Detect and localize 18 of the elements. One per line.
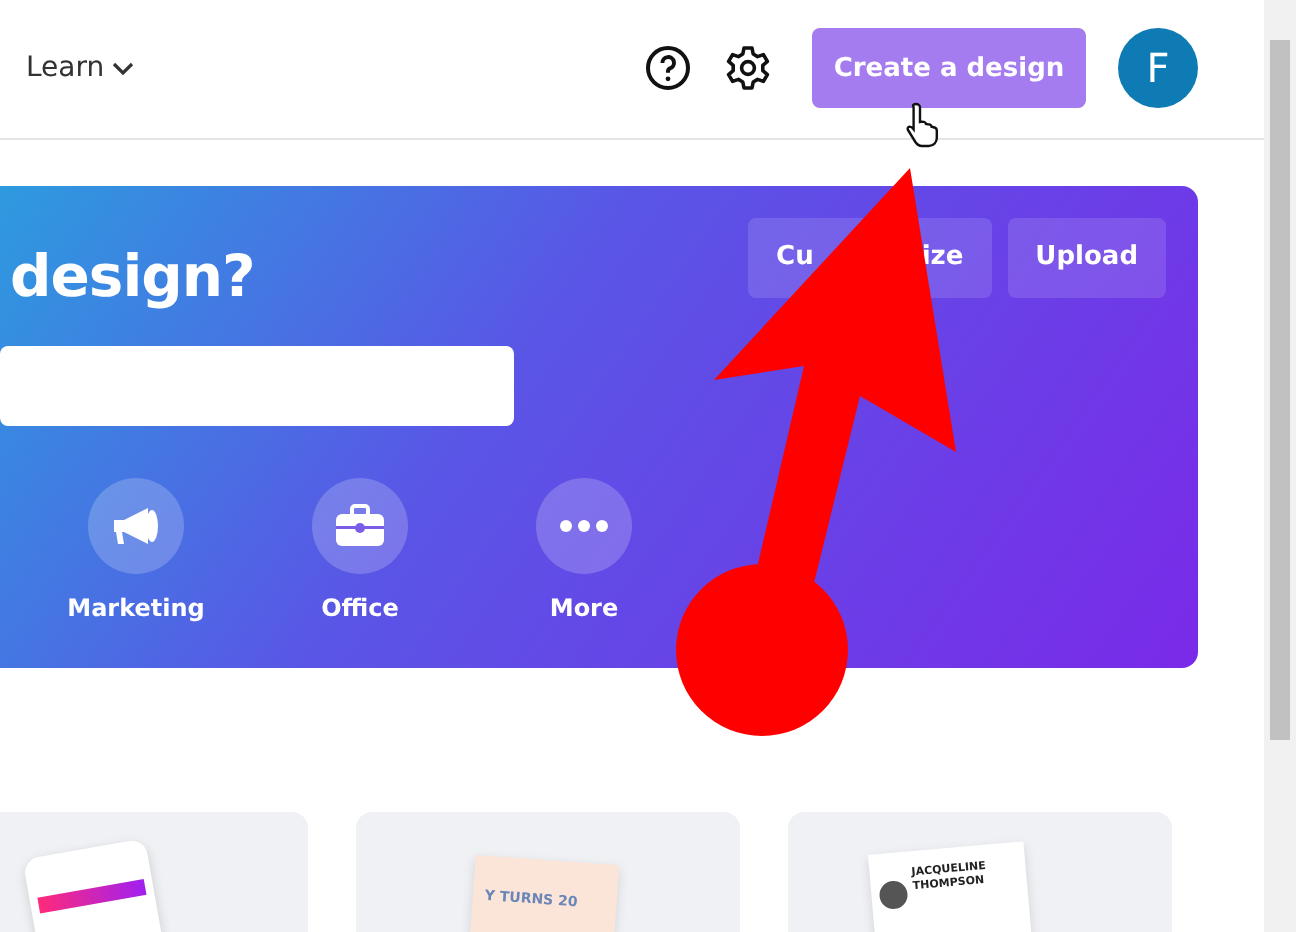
search-field[interactable] xyxy=(0,345,514,426)
hand-cursor-icon xyxy=(904,100,944,148)
learn-menu[interactable]: Learn xyxy=(26,52,135,85)
category-button[interactable]: Marketing xyxy=(66,477,206,622)
help-icon[interactable] xyxy=(644,44,692,93)
category-button[interactable]: More xyxy=(514,477,654,622)
create-design-button[interactable]: Create a design xyxy=(812,28,1086,109)
megaphone-icon xyxy=(110,503,162,548)
settings-icon[interactable] xyxy=(724,44,772,93)
more-icon xyxy=(558,517,610,534)
category-button[interactable]: Office xyxy=(290,477,430,622)
chevron-down-icon xyxy=(112,60,135,77)
briefcase-icon xyxy=(334,503,386,548)
template-card[interactable] xyxy=(0,812,308,932)
avatar[interactable]: F xyxy=(1118,28,1198,109)
hero-action-button[interactable]: Upload xyxy=(1007,217,1166,298)
hero-heading: design? xyxy=(10,241,255,310)
scrollbar[interactable] xyxy=(1264,0,1296,932)
